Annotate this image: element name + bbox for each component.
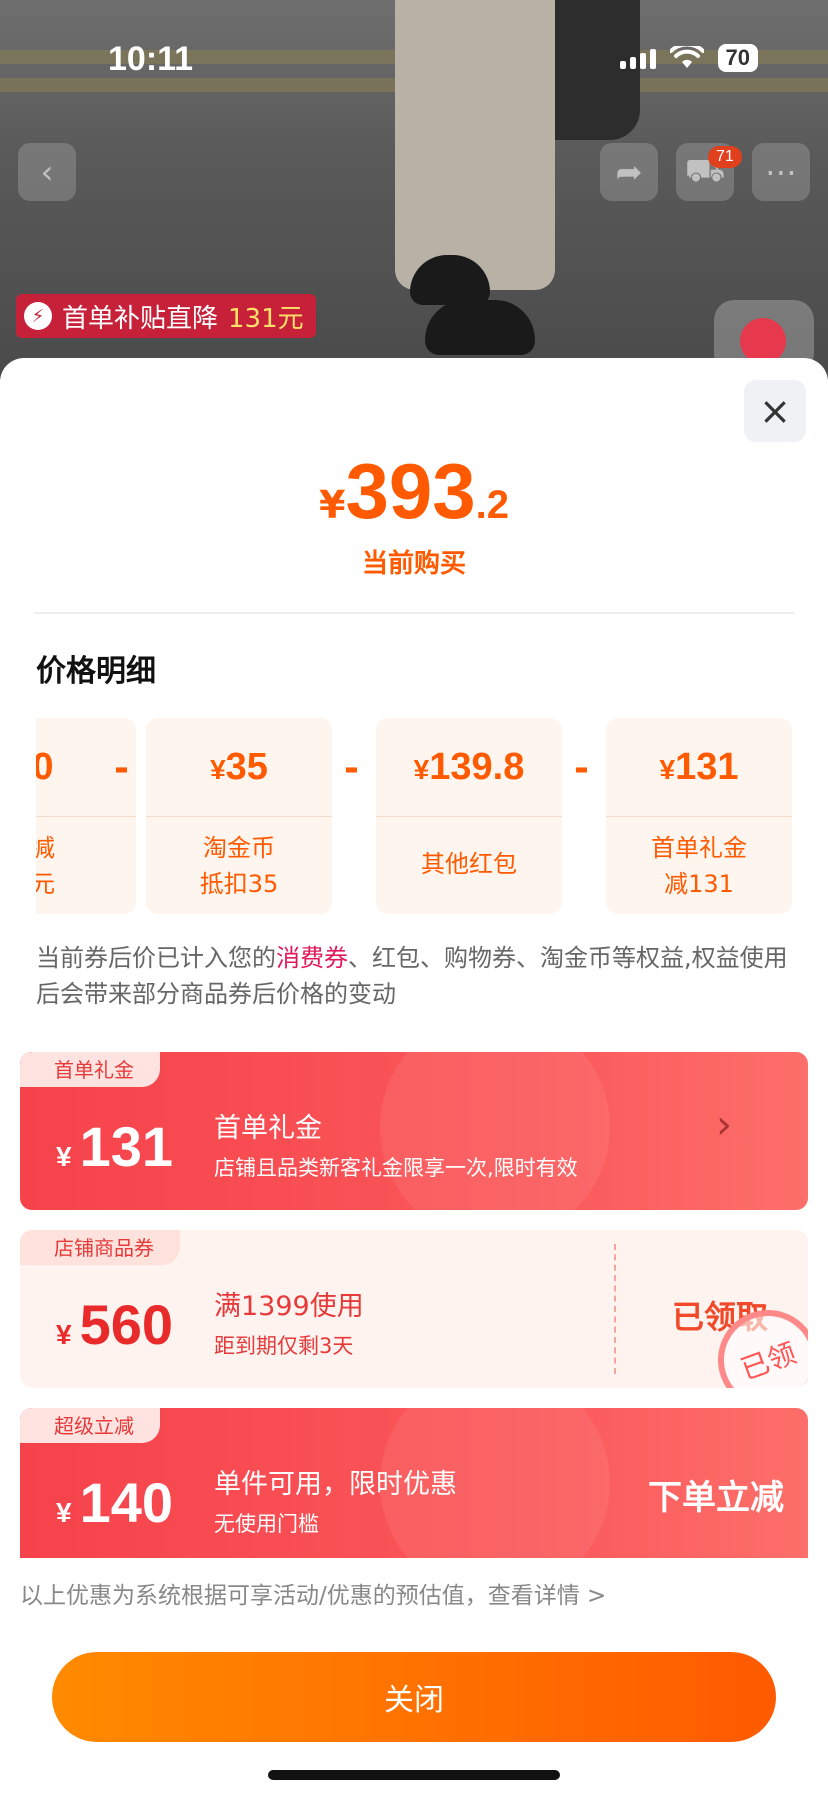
close-button[interactable]: 关闭 bbox=[52, 1652, 776, 1742]
minus-sign: - bbox=[344, 748, 359, 789]
section-title: 价格明细 bbox=[36, 654, 156, 689]
breakdown-card: ¥139.8 其他红包 bbox=[376, 718, 562, 914]
status-time: 10:11 bbox=[108, 40, 194, 78]
signal-icon bbox=[619, 47, 656, 69]
breakdown-line1: 减 bbox=[36, 834, 55, 862]
more-icon[interactable]: ⋯ bbox=[752, 143, 810, 201]
coupon-amount: ¥131 bbox=[56, 1114, 173, 1179]
chevron-right-icon[interactable]: › bbox=[716, 1102, 732, 1148]
breakdown-line2: 元 bbox=[36, 870, 55, 898]
coupon-first-order[interactable]: 首单礼金 ¥131 首单礼金 店铺且品类新客礼金限享一次,限时有效 › bbox=[20, 1052, 808, 1210]
product-image: 10:11 70 ‹ ➦ ⛟ 71 ⋯ ⚡ 首单补贴直降 131元 bbox=[0, 0, 828, 380]
coupon-amount: ¥560 bbox=[56, 1292, 173, 1357]
breakdown-card: ¥131 首单礼金减131 bbox=[606, 718, 792, 914]
coupon-desc: 距到期仅剩3天 bbox=[214, 1334, 354, 1358]
coupon-value: 560 bbox=[79, 1293, 174, 1356]
wifi-icon bbox=[669, 46, 704, 68]
promo-amount: 131元 bbox=[228, 303, 304, 334]
decor-circle bbox=[380, 1052, 610, 1210]
price-detail-sheet: × ¥393.2 当前购买 价格明细 0 减元 - ¥35 淘金币抵扣35 - … bbox=[0, 358, 828, 1796]
coupon-desc: 无使用门槛 bbox=[214, 1512, 319, 1536]
close-icon[interactable]: × bbox=[744, 380, 806, 442]
coupon-symbol: ¥ bbox=[56, 1319, 72, 1350]
status-icons: 70 bbox=[619, 44, 758, 72]
back-icon[interactable]: ‹ bbox=[18, 143, 76, 201]
current-price: ¥393.2 bbox=[0, 446, 828, 537]
share-icon[interactable]: ➦ bbox=[600, 143, 658, 201]
coupon-amount: ¥140 bbox=[56, 1470, 173, 1535]
price-note: 当前券后价已计入您的消费券、红包、购物券、淘金币等权益,权益使用后会带来部分商品… bbox=[36, 940, 796, 1012]
promo-tag: ⚡ 首单补贴直降 131元 bbox=[16, 294, 316, 338]
coupon-symbol: ¥ bbox=[56, 1141, 72, 1172]
coupon-title: 单件可用，限时优惠 bbox=[214, 1469, 457, 1500]
price-decimal: .2 bbox=[475, 483, 509, 527]
shoe bbox=[425, 300, 535, 355]
coupon-desc: 店铺且品类新客礼金限享一次,限时有效 bbox=[214, 1156, 578, 1180]
coupon-tag: 首单礼金 bbox=[20, 1052, 160, 1087]
breakdown-card: ¥35 淘金币抵扣35 bbox=[146, 718, 332, 914]
bolt-icon: ⚡ bbox=[24, 302, 52, 330]
note-prefix: 当前券后价已计入您的 bbox=[36, 944, 276, 972]
details-link[interactable]: 以上优惠为系统根据可享活动/优惠的预估值，查看详情 > bbox=[20, 1576, 606, 1610]
breakdown-value: 0 bbox=[36, 746, 54, 788]
breakdown-symbol: ¥ bbox=[210, 754, 226, 785]
coupon-tag: 超级立减 bbox=[20, 1408, 160, 1443]
coupon-title: 首单礼金 bbox=[214, 1113, 322, 1144]
coupon-symbol: ¥ bbox=[56, 1497, 72, 1528]
promo-label: 首单补贴直降 bbox=[62, 303, 219, 334]
breakdown-carousel[interactable]: 0 减元 - ¥35 淘金币抵扣35 - ¥139.8 其他红包 - ¥131 … bbox=[36, 718, 828, 914]
price-subtitle: 当前购买 bbox=[361, 549, 466, 579]
price-symbol: ¥ bbox=[319, 483, 346, 527]
divider bbox=[34, 612, 794, 614]
figure-legs bbox=[395, 0, 555, 290]
coupon-shop[interactable]: 店铺商品券 ¥560 满1399使用 距到期仅剩3天 已领取 已领 bbox=[20, 1230, 808, 1388]
coupon-action-label: 下单立减 bbox=[648, 1478, 784, 1518]
cart-badge: 71 bbox=[708, 146, 742, 168]
breakdown-line1: 其他红包 bbox=[421, 850, 517, 878]
breakdown-symbol: ¥ bbox=[413, 754, 430, 785]
coupon-value: 131 bbox=[79, 1115, 174, 1178]
breakdown-value: 139.8 bbox=[429, 746, 525, 788]
coupon-instant[interactable]: 超级立减 ¥140 单件可用，限时优惠 无使用门槛 下单立减 bbox=[20, 1408, 808, 1558]
breakdown-line2: 抵扣35 bbox=[199, 870, 279, 898]
breakdown-line2: 减131 bbox=[664, 870, 734, 898]
breakdown-line1: 首单礼金 bbox=[651, 834, 747, 862]
coupon-divider bbox=[614, 1244, 616, 1374]
breakdown-value: 131 bbox=[675, 746, 739, 788]
coupon-title: 满1399使用 bbox=[214, 1291, 364, 1322]
minus-sign: - bbox=[574, 748, 589, 789]
minus-sign: - bbox=[114, 748, 129, 789]
coupon-tag: 店铺商品券 bbox=[20, 1230, 180, 1265]
breakdown-symbol: ¥ bbox=[659, 754, 676, 785]
coupon-value: 140 bbox=[79, 1471, 174, 1534]
battery-icon: 70 bbox=[717, 44, 758, 72]
home-indicator bbox=[268, 1770, 560, 1780]
breakdown-line1: 淘金币 bbox=[203, 834, 275, 862]
price-integer: 393 bbox=[345, 447, 476, 535]
note-highlight-link[interactable]: 消费券 bbox=[276, 944, 348, 972]
breakdown-value: 35 bbox=[225, 746, 268, 788]
